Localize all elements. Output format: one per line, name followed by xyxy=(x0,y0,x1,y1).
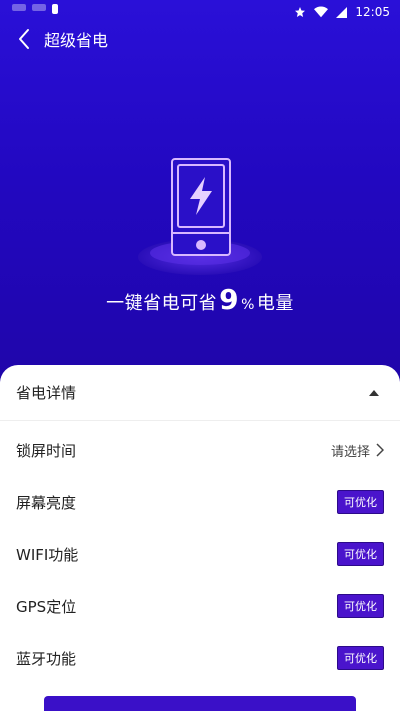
app-header: 超级省电 xyxy=(0,24,400,54)
row-screen-brightness: 屏幕亮度 可优化 xyxy=(0,476,400,528)
signal-icon xyxy=(336,6,348,18)
chevron-left-icon xyxy=(19,29,29,49)
caret-up-icon[interactable] xyxy=(364,383,384,403)
row-gps: GPS定位 可优化 xyxy=(0,580,400,632)
optimizable-badge[interactable]: 可优化 xyxy=(337,594,384,618)
star-icon xyxy=(295,7,306,17)
row-label: WIFI功能 xyxy=(16,545,79,564)
optimize-button[interactable] xyxy=(44,696,356,711)
lock-time-select[interactable]: 请选择 xyxy=(331,441,384,460)
hero-background: 12:05 超级省电 一键省电可省 9 % 电量 xyxy=(0,0,400,400)
row-label: 蓝牙功能 xyxy=(16,649,77,668)
row-bluetooth: 蓝牙功能 可优化 xyxy=(0,632,400,684)
row-lock-screen-time[interactable]: 锁屏时间 请选择 xyxy=(0,424,400,476)
optimizable-badge[interactable]: 可优化 xyxy=(337,646,384,670)
screen: 12:05 超级省电 一键省电可省 9 % 电量 省电详情 锁屏时间 请选择 屏… xyxy=(0,0,400,711)
page-title: 超级省电 xyxy=(44,31,109,50)
status-bar: 12:05 xyxy=(0,0,400,24)
row-wifi: WIFI功能 可优化 xyxy=(0,528,400,580)
row-label: 锁屏时间 xyxy=(16,441,77,460)
details-header[interactable]: 省电详情 xyxy=(0,365,400,421)
wifi-icon xyxy=(314,6,329,18)
chevron-right-icon xyxy=(376,443,384,457)
details-title: 省电详情 xyxy=(16,384,77,402)
status-time: 12:05 xyxy=(355,5,390,19)
row-label: 屏幕亮度 xyxy=(16,493,77,512)
status-notifications xyxy=(12,4,58,14)
select-value: 请选择 xyxy=(330,444,370,460)
row-label: GPS定位 xyxy=(16,597,77,616)
optimizable-badge[interactable]: 可优化 xyxy=(337,490,384,514)
back-button[interactable] xyxy=(4,24,44,54)
details-sheet: 省电详情 锁屏时间 请选择 屏幕亮度 可优化 WIFI功能 可优化 GPS定位 xyxy=(0,365,400,711)
optimizable-badge[interactable]: 可优化 xyxy=(337,542,384,566)
save-estimate: 一键省电可省 9 % 电量 xyxy=(106,283,294,316)
save-percent-value: 9 xyxy=(219,283,240,316)
phone-battery-illustration xyxy=(138,158,262,275)
